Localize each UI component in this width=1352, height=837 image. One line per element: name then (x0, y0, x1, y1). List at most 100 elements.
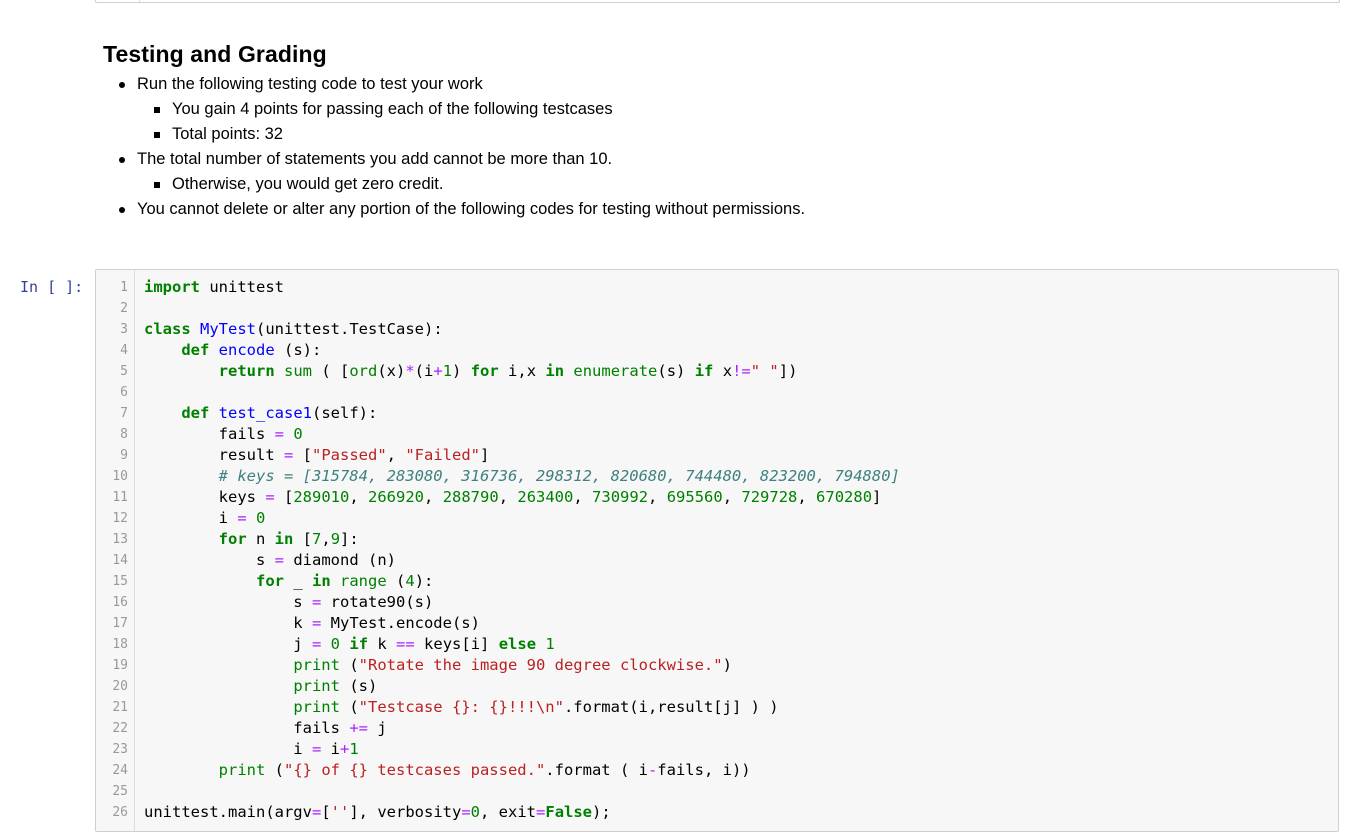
code-text: for _ in range (4): (144, 571, 433, 592)
code-text: j = 0 if k == keys[i] else 1 (144, 634, 555, 655)
code-token: ) (452, 362, 471, 380)
code-line[interactable]: 14 s = diamond (n) (96, 550, 1338, 571)
bullet-item: The total number of statements you add c… (103, 147, 1333, 172)
code-token: = (311, 740, 322, 758)
code-token: fails (144, 425, 275, 443)
code-token: " " (750, 362, 779, 380)
code-token: , (722, 488, 742, 506)
line-number: 14 (112, 553, 128, 568)
code-line[interactable]: 21 print ("Testcase {}: {}!!!\n".format(… (96, 697, 1338, 718)
code-token: 695560 (666, 488, 723, 506)
code-token: ( (265, 761, 284, 779)
code-token: _ (283, 572, 312, 590)
code-token: = (274, 425, 284, 443)
code-token: , exit (480, 803, 537, 821)
code-token: 1 (545, 635, 555, 653)
code-token: i (321, 740, 340, 758)
code-token: [ (293, 530, 312, 548)
code-line[interactable]: 15 for _ in range (4): (96, 571, 1338, 592)
code-token: '' (330, 803, 350, 821)
code-line[interactable]: 10 # keys = [315784, 283080, 316736, 298… (96, 466, 1338, 487)
code-token: [ (321, 803, 331, 821)
bullet-item: Run the following testing code to test y… (103, 72, 1333, 97)
code-token: = (283, 446, 294, 464)
code-token: ord (349, 362, 378, 380)
code-token: , (349, 488, 369, 506)
code-line[interactable]: 5 return sum ( [ord(x)*(i+1) for i,x in … (96, 361, 1338, 382)
code-line[interactable]: 22 fails += j (96, 718, 1338, 739)
code-token: ( [ (312, 362, 350, 380)
code-text: return sum ( [ord(x)*(i+1) for i,x in en… (144, 361, 798, 382)
code-lines[interactable]: 1 import unittest 2 3 class MyTest(unittest.… (96, 277, 1338, 823)
code-token: s (144, 551, 275, 569)
code-text: fails = 0 (144, 424, 303, 445)
code-line[interactable]: 13 for n in [7,9]: (96, 529, 1338, 550)
code-token: print (218, 761, 266, 779)
code-line[interactable]: 19 print ("Rotate the image 90 degree cl… (96, 655, 1338, 676)
code-line[interactable]: 9 result = ["Passed", "Failed"] (96, 445, 1338, 466)
code-line[interactable]: 6 (96, 382, 1338, 403)
code-token: , (498, 488, 518, 506)
code-token: test_case1 (218, 404, 312, 422)
code-token: def (181, 404, 210, 422)
code-token: (s): (274, 341, 322, 359)
code-line[interactable]: 8 fails = 0 (96, 424, 1338, 445)
code-text: i = 0 (144, 508, 266, 529)
code-token: 1 (349, 740, 359, 758)
code-cell-editor[interactable]: 1 import unittest 2 3 class MyTest(unittest.… (95, 269, 1339, 832)
code-line[interactable]: 12 i = 0 (96, 508, 1338, 529)
code-text: print (s) (144, 676, 377, 697)
code-token: fails (144, 719, 350, 737)
code-text: result = ["Passed", "Failed"] (144, 445, 490, 466)
line-number: 21 (112, 700, 128, 715)
code-line[interactable]: 20 print (s) (96, 676, 1338, 697)
code-token: ], verbosity (349, 803, 462, 821)
code-token: 289010 (293, 488, 350, 506)
code-line[interactable]: 25 (96, 781, 1338, 802)
code-line[interactable]: 3 class MyTest(unittest.TestCase): (96, 319, 1338, 340)
code-line[interactable]: 26 unittest.main(argv=[''], verbosity=0, … (96, 802, 1338, 823)
code-line[interactable]: 1 import unittest (96, 277, 1338, 298)
code-line[interactable]: 24 print ("{} of {} testcases passed.".f… (96, 760, 1338, 781)
code-text: fails += j (144, 718, 386, 739)
code-line[interactable]: 23 i = i+1 (96, 739, 1338, 760)
code-token: , (424, 488, 443, 506)
line-number: 20 (112, 679, 128, 694)
code-token: (self): (312, 404, 378, 422)
code-token: enumerate (573, 362, 658, 380)
code-token: - (647, 761, 658, 779)
code-line[interactable]: 17 k = MyTest.encode(s) (96, 613, 1338, 634)
code-line[interactable]: 4 def encode (s): (96, 340, 1338, 361)
code-token: 0 (256, 509, 266, 527)
sub-bullet-item: Otherwise, you would get zero credit. (103, 172, 1333, 197)
code-token: 730992 (592, 488, 649, 506)
code-line[interactable]: 7 def test_case1(self): (96, 403, 1338, 424)
code-line[interactable]: 18 j = 0 if k == keys[i] else 1 (96, 634, 1338, 655)
code-token: ); (592, 803, 611, 821)
code-token: "Passed" (312, 446, 387, 464)
code-token: = (311, 803, 322, 821)
code-line[interactable]: 11 keys = [289010, 266920, 288790, 26340… (96, 487, 1338, 508)
code-token: MyTest (200, 320, 257, 338)
code-token: import (144, 278, 200, 296)
code-token: = (265, 488, 275, 506)
code-token: 1 (442, 362, 453, 380)
previous-cell-bottom[interactable] (95, 0, 1340, 3)
markdown-cell[interactable]: Testing and Grading Run the following te… (103, 36, 1333, 222)
code-line[interactable]: 16 s = rotate90(s) (96, 592, 1338, 613)
code-line[interactable]: 2 (96, 298, 1338, 319)
code-token: for (218, 530, 247, 548)
code-token: i,x (498, 362, 546, 380)
line-number: 7 (120, 406, 128, 421)
code-token: = (311, 635, 322, 653)
code-token: (s) (339, 677, 378, 695)
